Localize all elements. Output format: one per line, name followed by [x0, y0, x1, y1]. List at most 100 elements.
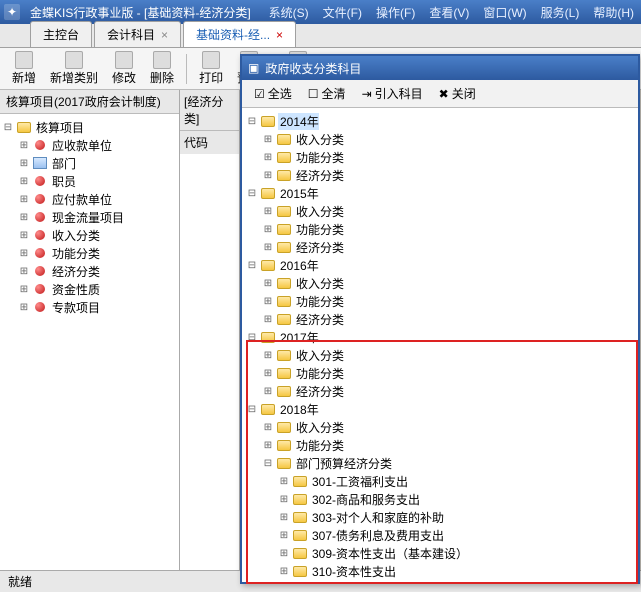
tool-delete[interactable]: 删除 — [144, 49, 180, 88]
tree-node[interactable]: ⊞功能分类 — [246, 148, 634, 166]
tree-item[interactable]: ⊞资金性质 — [18, 280, 177, 298]
tree-node[interactable]: ⊞301-工资福利支出 — [246, 472, 634, 490]
import-icon: ⇥ — [362, 87, 372, 101]
btn-clear-all[interactable]: ☐全清 — [302, 83, 352, 104]
expander-icon[interactable]: ⊞ — [278, 566, 290, 577]
tree-item[interactable]: ⊞现金流量项目 — [18, 208, 177, 226]
btn-select-all[interactable]: ☑全选 — [248, 83, 298, 104]
expander-icon[interactable]: ⊞ — [262, 296, 274, 307]
expander-icon[interactable]: ⊞ — [262, 242, 274, 253]
tree-root[interactable]: ⊟ 核算项目 — [2, 118, 177, 136]
expander-icon[interactable]: ⊟ — [246, 404, 258, 415]
expander-icon[interactable]: ⊞ — [278, 494, 290, 505]
expander-icon[interactable]: ⊞ — [18, 194, 30, 205]
delete-icon — [153, 51, 171, 69]
menu-help[interactable]: 帮助(H) — [593, 4, 634, 21]
tree-item[interactable]: ⊞应付款单位 — [18, 190, 177, 208]
expander-icon[interactable]: ⊞ — [262, 206, 274, 217]
expander-icon[interactable]: ⊞ — [262, 170, 274, 181]
expander-icon[interactable]: ⊟ — [246, 116, 258, 127]
folder-icon — [276, 420, 292, 434]
expander-icon[interactable]: ⊞ — [262, 278, 274, 289]
expander-icon[interactable]: ⊞ — [18, 176, 30, 187]
tree-node[interactable]: ⊞收入分类 — [246, 130, 634, 148]
tree-node[interactable]: ⊟2017年 — [246, 328, 634, 346]
expander-icon[interactable]: ⊞ — [262, 350, 274, 361]
menu-action[interactable]: 操作(F) — [376, 4, 415, 21]
expander-icon[interactable]: ⊞ — [18, 140, 30, 151]
tree-node[interactable]: ⊞收入分类 — [246, 274, 634, 292]
tree-node[interactable]: ⊞经济分类 — [246, 382, 634, 400]
expander-icon[interactable]: ⊞ — [262, 368, 274, 379]
tree-node[interactable]: ⊞收入分类 — [246, 346, 634, 364]
tree-item[interactable]: ⊞专款项目 — [18, 298, 177, 316]
tree-item[interactable]: ⊞应收款单位 — [18, 136, 177, 154]
close-icon[interactable]: × — [161, 28, 168, 42]
tool-print[interactable]: 打印 — [193, 49, 229, 88]
subwindow-title: 政府收支分类科目 — [265, 60, 361, 77]
tree-node[interactable]: ⊞303-对个人和家庭的补助 — [246, 508, 634, 526]
tree-node[interactable]: ⊞302-商品和服务支出 — [246, 490, 634, 508]
expander-icon[interactable]: ⊟ — [246, 188, 258, 199]
tree-node[interactable]: ⊞功能分类 — [246, 436, 634, 454]
expander-icon[interactable]: ⊞ — [18, 158, 30, 169]
tree-item[interactable]: ⊞部门 — [18, 154, 177, 172]
expander-icon[interactable]: ⊞ — [262, 224, 274, 235]
tree-node[interactable]: ⊞经济分类 — [246, 166, 634, 184]
menu-window[interactable]: 窗口(W) — [483, 4, 526, 21]
tree-item[interactable]: ⊞收入分类 — [18, 226, 177, 244]
tool-new-category[interactable]: 新增类别 — [44, 49, 104, 88]
menu-file[interactable]: 文件(F) — [323, 4, 362, 21]
tab-accounts[interactable]: 会计科目× — [94, 21, 181, 47]
tree-node[interactable]: ⊞功能分类 — [246, 364, 634, 382]
tab-console[interactable]: 主控台 — [30, 21, 92, 47]
expander-icon[interactable]: ⊞ — [18, 302, 30, 313]
btn-import[interactable]: ⇥引入科目 — [356, 83, 429, 104]
tree-node[interactable]: ⊞307-债务利息及费用支出 — [246, 526, 634, 544]
tree-node[interactable]: ⊞功能分类 — [246, 220, 634, 238]
close-icon[interactable]: × — [276, 28, 283, 42]
tree-node[interactable]: ⊞收入分类 — [246, 418, 634, 436]
expander-icon[interactable]: ⊞ — [262, 386, 274, 397]
expander-icon[interactable]: ⊞ — [262, 440, 274, 451]
expander-icon[interactable]: ⊞ — [262, 152, 274, 163]
tree-node[interactable]: ⊞310-资本性支出 — [246, 562, 634, 580]
expander-icon[interactable]: ⊞ — [262, 134, 274, 145]
menu-system[interactable]: 系统(S) — [269, 4, 309, 21]
expander-icon[interactable]: ⊞ — [18, 230, 30, 241]
expander-icon[interactable]: ⊟ — [246, 260, 258, 271]
tree-node[interactable]: ⊞309-资本性支出（基本建设） — [246, 544, 634, 562]
tool-new[interactable]: 新增 — [6, 49, 42, 88]
tree-node[interactable]: ⊞收入分类 — [246, 202, 634, 220]
expander-icon[interactable]: ⊞ — [18, 212, 30, 223]
tree-node[interactable]: ⊟2018年 — [246, 400, 634, 418]
expander-icon[interactable]: ⊞ — [278, 512, 290, 523]
tree-node[interactable]: ⊞经济分类 — [246, 310, 634, 328]
expander-icon[interactable]: ⊞ — [262, 314, 274, 325]
tree-node[interactable]: ⊟2015年 — [246, 184, 634, 202]
expander-icon[interactable]: ⊟ — [262, 458, 274, 469]
expander-icon[interactable]: ⊟ — [246, 332, 258, 343]
menu-view[interactable]: 查看(V) — [429, 4, 469, 21]
tree-node[interactable]: ⊞311-对企业补助（基本建设） — [246, 580, 634, 582]
expander-icon[interactable]: ⊞ — [278, 530, 290, 541]
tree-item[interactable]: ⊞经济分类 — [18, 262, 177, 280]
tree-item[interactable]: ⊞职员 — [18, 172, 177, 190]
tree-node[interactable]: ⊟2016年 — [246, 256, 634, 274]
tool-edit[interactable]: 修改 — [106, 49, 142, 88]
tree-node[interactable]: ⊞经济分类 — [246, 238, 634, 256]
expander-icon[interactable]: ⊞ — [18, 284, 30, 295]
expander-icon[interactable]: ⊞ — [18, 266, 30, 277]
expander-icon[interactable]: ⊞ — [262, 422, 274, 433]
tree-node[interactable]: ⊞功能分类 — [246, 292, 634, 310]
expander-icon[interactable]: ⊞ — [18, 248, 30, 259]
btn-close[interactable]: ✖关闭 — [433, 83, 482, 104]
tree-item[interactable]: ⊞功能分类 — [18, 244, 177, 262]
expander-icon[interactable]: ⊟ — [2, 122, 14, 133]
tab-basedata[interactable]: 基础资料-经...× — [183, 21, 296, 47]
menu-service[interactable]: 服务(L) — [541, 4, 580, 21]
expander-icon[interactable]: ⊞ — [278, 548, 290, 559]
tree-node[interactable]: ⊟部门预算经济分类 — [246, 454, 634, 472]
expander-icon[interactable]: ⊞ — [278, 476, 290, 487]
tree-node[interactable]: ⊟2014年 — [246, 112, 634, 130]
